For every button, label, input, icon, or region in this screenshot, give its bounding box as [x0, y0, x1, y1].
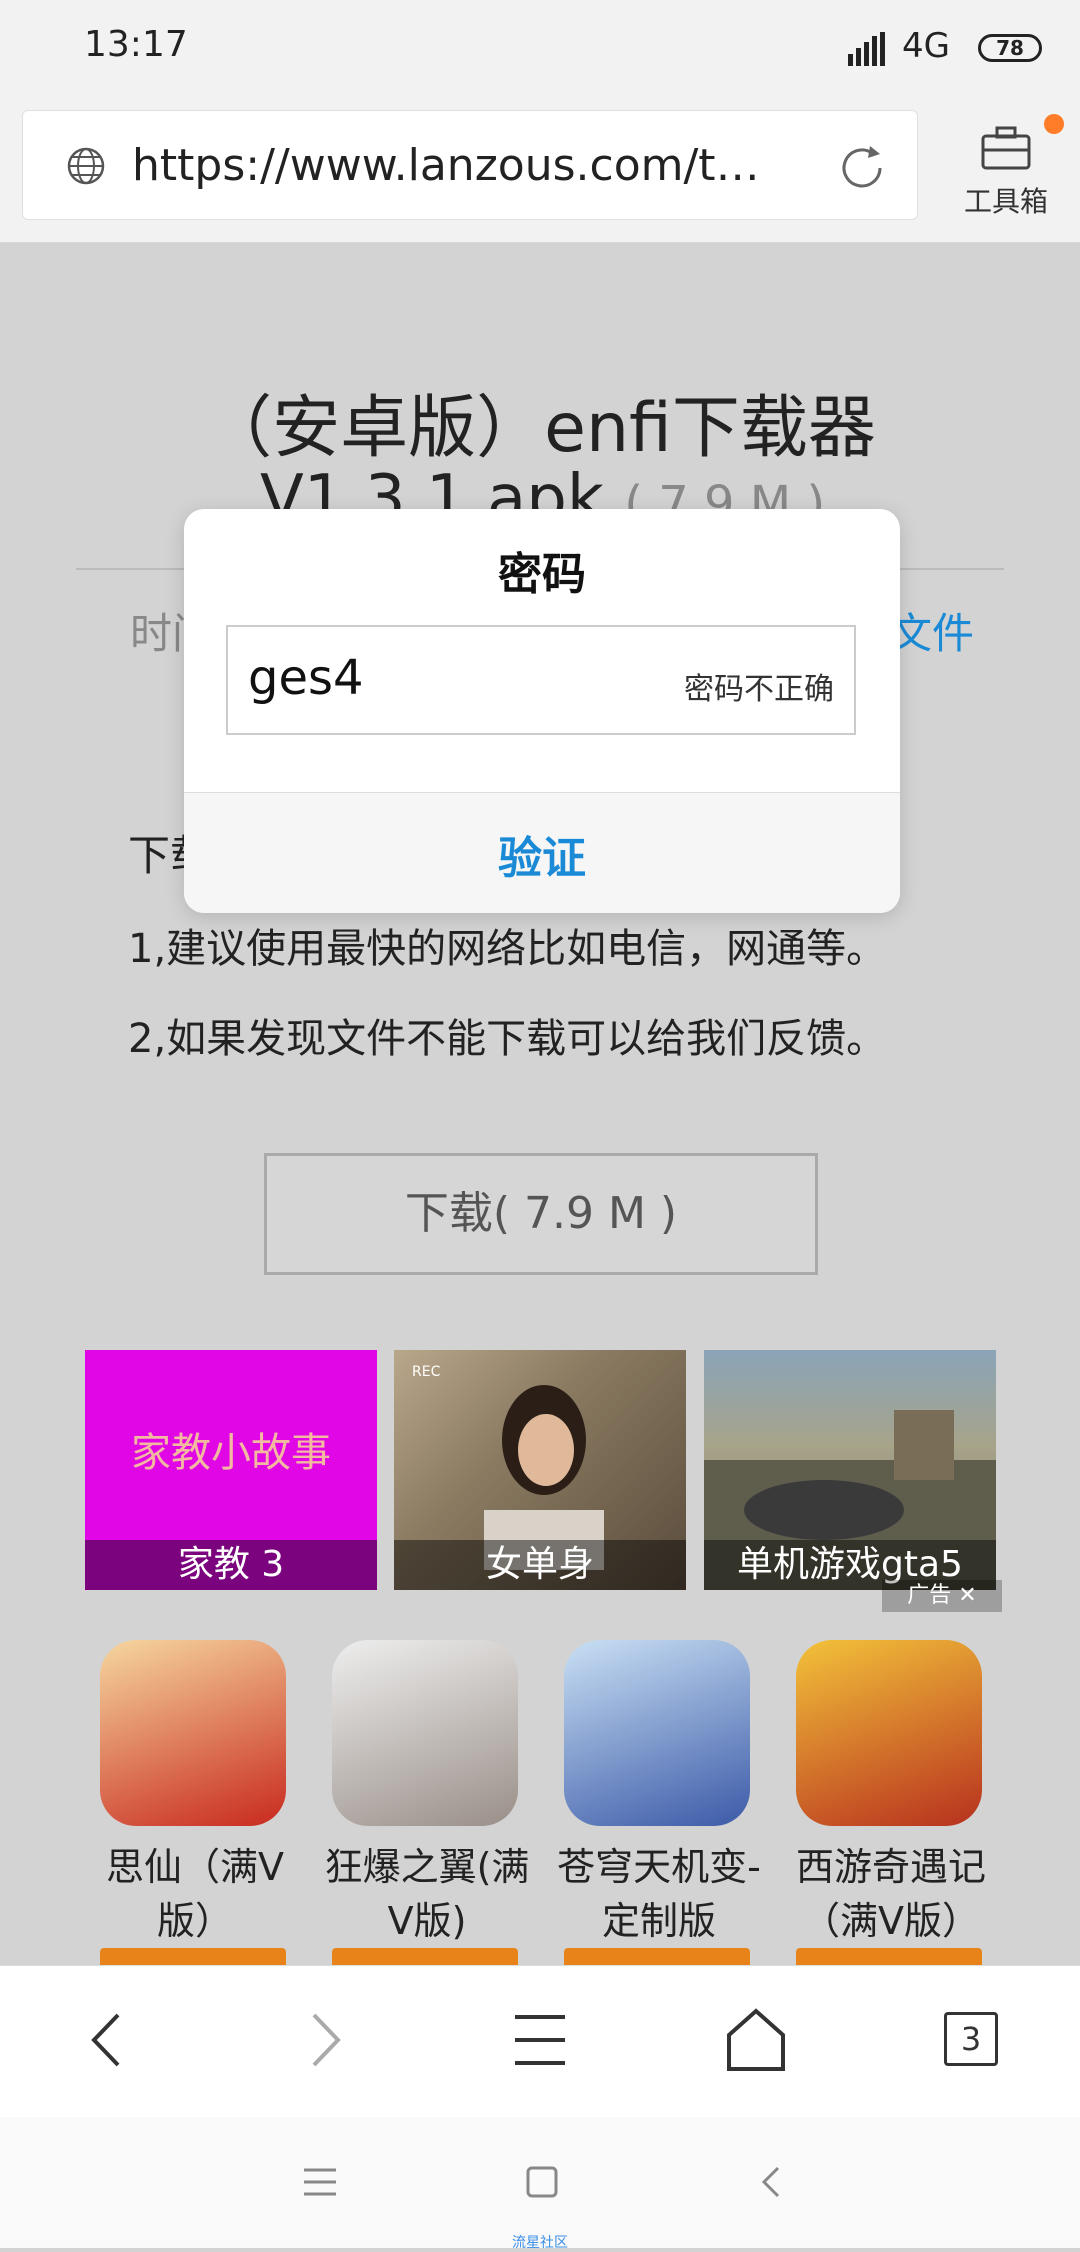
ad-badge[interactable]: 广告 ✕: [882, 1580, 1002, 1612]
menu-icon[interactable]: [505, 2005, 575, 2075]
ad-item[interactable]: 单机游戏gta5: [704, 1350, 996, 1590]
home-icon[interactable]: [721, 2005, 791, 2075]
rec-label: REC: [412, 1364, 441, 1380]
app-icon[interactable]: [796, 1640, 982, 1826]
signal-icon: [848, 32, 885, 66]
forward-icon[interactable]: [290, 2005, 360, 2075]
tip-2: 2,如果发现文件不能下载可以给我们反馈。: [128, 1016, 887, 1062]
battery-indicator: 78: [978, 34, 1042, 62]
url-text[interactable]: https://www.lanzous.com/tp/i5...: [132, 140, 782, 191]
back-icon[interactable]: [72, 2005, 142, 2075]
app-name[interactable]: 思仙（满V版）: [80, 1840, 310, 1948]
app-icon[interactable]: [100, 1640, 286, 1826]
dialog-divider: [184, 792, 900, 793]
file-title: （安卓版）enfi下载器: [204, 389, 876, 468]
app-name[interactable]: 西游奇遇记（满V版）: [776, 1840, 1006, 1948]
password-error: 密码不正确: [684, 672, 834, 707]
dialog-title: 密码: [498, 549, 586, 600]
ad-caption: 女单身: [394, 1540, 686, 1590]
toolbox-icon[interactable]: [980, 124, 1032, 172]
tab-count-button[interactable]: 3: [944, 2012, 998, 2066]
toolbox-label[interactable]: 工具箱: [956, 180, 1056, 220]
status-time: 13:17: [84, 24, 188, 65]
watermark: 流星社区: [512, 2235, 568, 2251]
ad-item[interactable]: REC 女单身: [394, 1350, 686, 1590]
reload-icon[interactable]: [834, 140, 890, 196]
verify-button[interactable]: 验证: [184, 822, 900, 886]
app-name[interactable]: 狂爆之翼(满V版): [312, 1840, 542, 1948]
app-icon[interactable]: [332, 1640, 518, 1826]
ad-item[interactable]: 家教小故事 家教 3: [85, 1350, 377, 1590]
tip-1: 1,建议使用最快的网络比如电信，网通等。: [128, 926, 887, 972]
network-type: 4G: [902, 26, 950, 66]
password-value[interactable]: ges4: [248, 650, 364, 706]
download-button[interactable]: 下载( 7.9 M ): [264, 1153, 818, 1275]
system-home-icon[interactable]: [526, 2166, 558, 2198]
ad-image-text: 家教小故事: [131, 1430, 331, 1476]
file-link[interactable]: 文件: [890, 600, 974, 661]
app-name[interactable]: 苍穹天机变-定制版: [544, 1840, 774, 1948]
ad-caption: 家教 3: [85, 1540, 377, 1590]
system-back-icon[interactable]: [756, 2164, 786, 2200]
globe-icon: [67, 147, 105, 185]
app-icon[interactable]: [564, 1640, 750, 1826]
recent-apps-icon[interactable]: [302, 2166, 338, 2198]
notification-dot: [1044, 114, 1064, 134]
